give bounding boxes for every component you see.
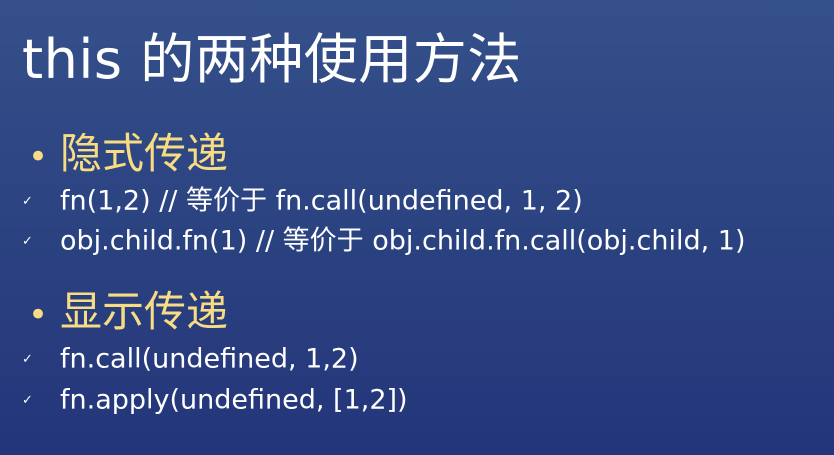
- list-item-text: obj.child.fn(1) // 等价于 obj.child.fn.call…: [60, 225, 746, 257]
- bullet-icon: •: [28, 295, 49, 335]
- section-heading-explicit: • 显示传递: [28, 286, 228, 341]
- check-icon: ✓: [22, 392, 33, 408]
- list-item: ✓ obj.child.fn(1) // 等价于 obj.child.fn.cal…: [22, 222, 746, 261]
- list-item: ✓ fn.call(undefined, 1,2): [22, 340, 359, 379]
- check-icon: ✓: [22, 193, 33, 209]
- section-heading-text: 隐式传递: [60, 129, 229, 178]
- section-heading-text: 显示传递: [60, 287, 229, 336]
- list-item: ✓ fn(1,2) // 等价于 fn.call(undefined, 1, 2): [22, 182, 583, 221]
- list-item-text: fn(1,2) // 等价于 fn.call(undefined, 1, 2): [60, 185, 583, 217]
- check-icon: ✓: [22, 351, 33, 367]
- slide: this 的两种使用方法 • 隐式传递 ✓ fn(1,2) // 等价于 fn.ca…: [0, 0, 834, 455]
- bullet-icon: •: [28, 137, 49, 177]
- check-icon: ✓: [22, 233, 33, 249]
- list-item: ✓ fn.apply(undefined, [1,2]): [22, 381, 408, 420]
- list-item-text: fn.apply(undefined, [1,2]): [60, 384, 408, 416]
- section-heading-implicit: • 隐式传递: [28, 128, 228, 183]
- slide-title: this 的两种使用方法: [22, 28, 522, 91]
- list-item-text: fn.call(undefined, 1,2): [60, 343, 359, 375]
